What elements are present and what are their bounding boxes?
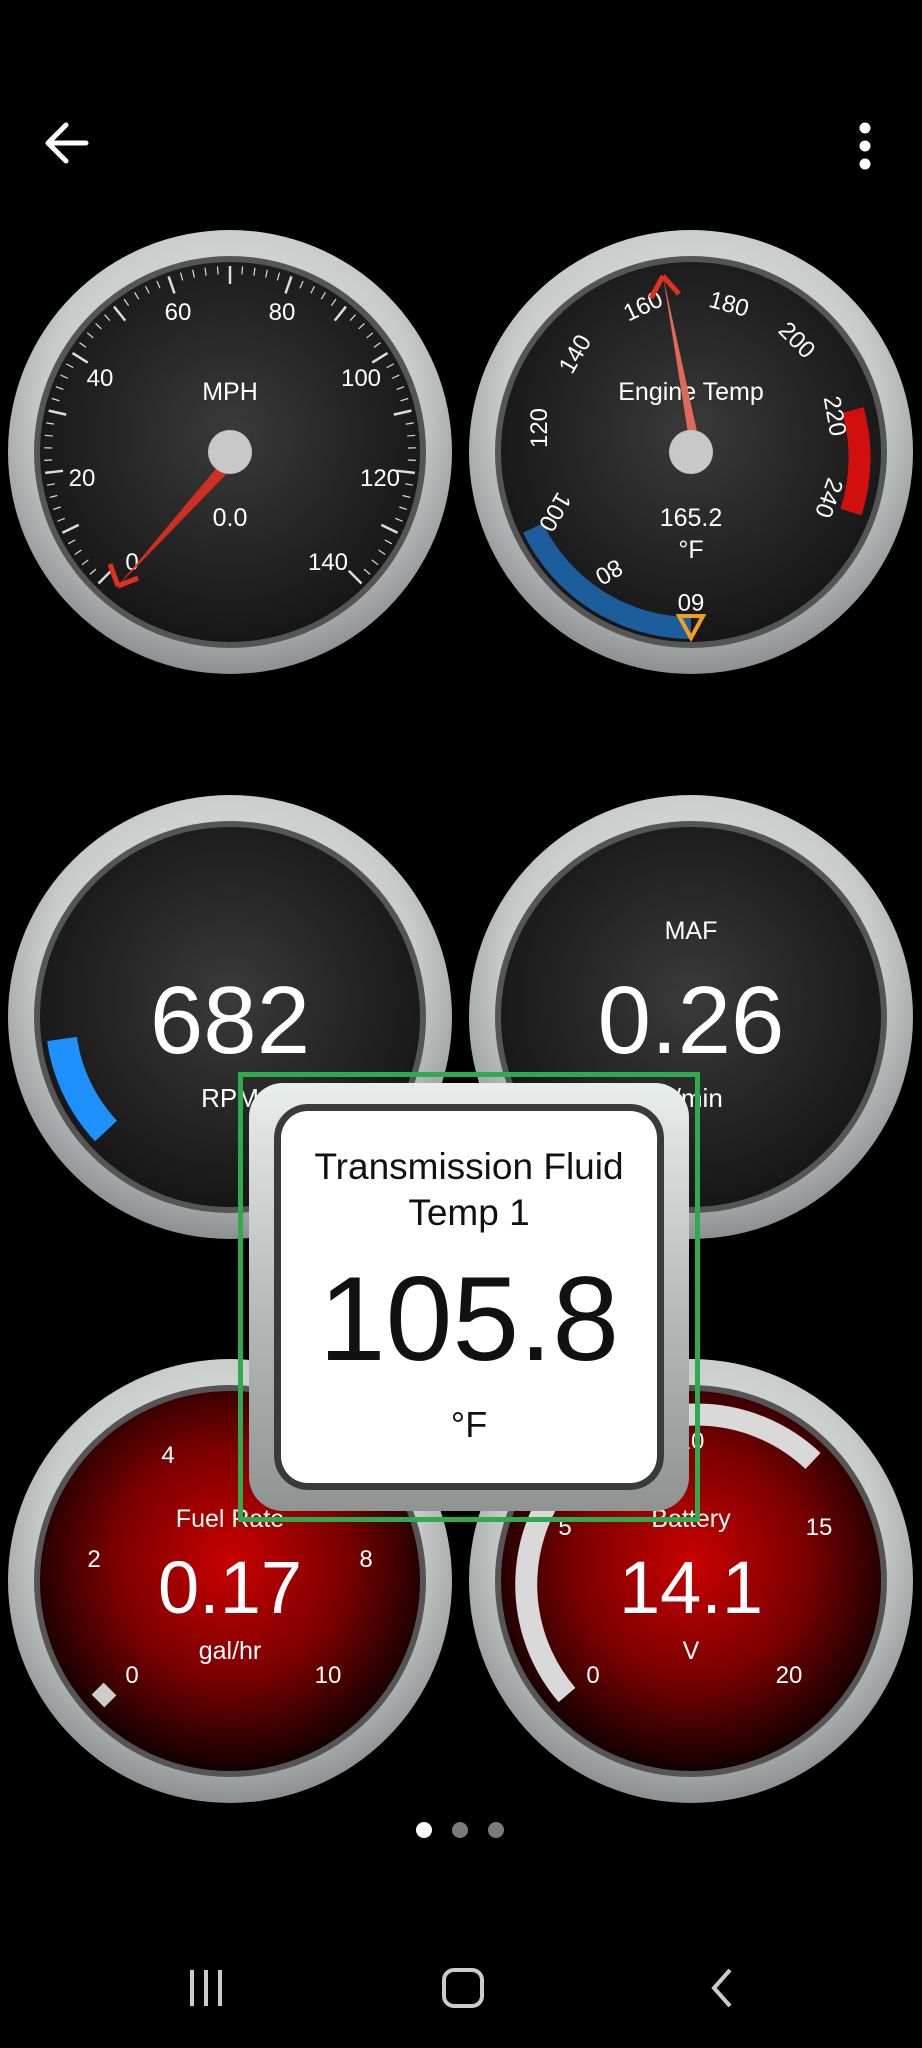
battery-tick-0: 0: [586, 1662, 599, 1689]
recent-apps-button[interactable]: [184, 1966, 228, 2010]
fuel-tick-0: 0: [125, 1662, 138, 1689]
back-button[interactable]: [40, 118, 102, 168]
fuel-tick-8: 8: [359, 1546, 372, 1573]
maf-label: MAF: [665, 917, 718, 945]
speed-tick-140: 140: [308, 549, 348, 576]
speed-tick-80: 80: [269, 299, 296, 326]
transmission-fluid-title: Transmission Fluid Temp 1: [314, 1146, 624, 1233]
page-dot-1[interactable]: [416, 1822, 432, 1838]
speed-tick-mark: [407, 434, 416, 437]
speed-value: 0.0: [213, 504, 248, 532]
page-dot-3[interactable]: [488, 1822, 504, 1838]
page-dot-2[interactable]: [452, 1822, 468, 1838]
fuel-rate-unit: gal/hr: [199, 1637, 262, 1665]
fuel-rate-bar: [91, 1682, 117, 1708]
transmission-fluid-unit: °F: [450, 1404, 488, 1445]
engine-temp-unit: °F: [678, 536, 703, 564]
battery-tick-20: 20: [776, 1662, 803, 1689]
rpm-value: 682: [150, 967, 310, 1074]
speed-tick-100: 100: [341, 365, 381, 392]
transmission-fluid-temp-gauge[interactable]: Transmission Fluid Temp 1 105.8 °F: [238, 1072, 700, 1522]
temp-tick-120: 120: [526, 408, 553, 448]
fuel-rate-value: 0.17: [158, 1546, 302, 1629]
engine-temp-value: 165.2: [660, 504, 723, 532]
maf-value: 0.26: [598, 967, 785, 1074]
recent-apps-icon: [190, 1970, 222, 2006]
nav-back-icon: [711, 1968, 732, 2008]
battery-value: 14.1: [619, 1546, 763, 1629]
speed-tick-60: 60: [165, 299, 192, 326]
speed-tick-0: 0: [125, 549, 138, 576]
home-icon: [442, 1968, 484, 2008]
fuel-tick-10: 10: [315, 1662, 342, 1689]
fuel-tick-4: 4: [161, 1442, 174, 1469]
arrow-left-icon: [45, 122, 89, 164]
home-button[interactable]: [440, 1966, 486, 2010]
speed-label: MPH: [202, 378, 258, 406]
speed-tick-20: 20: [69, 465, 96, 492]
speed-tick-mark: [241, 266, 244, 275]
page-indicator: [416, 1822, 504, 1838]
hot-range-arc: [840, 407, 871, 516]
speed-tick-mark: [216, 266, 219, 275]
engine-temp-label: Engine Temp: [618, 378, 763, 406]
speed-tick-40: 40: [87, 365, 114, 392]
nav-back-button[interactable]: [706, 1966, 738, 2010]
transmission-fluid-value: 105.8: [318, 1252, 620, 1386]
speed-tick-120: 120: [360, 465, 400, 492]
battery-tick-15: 15: [806, 1514, 833, 1541]
speed-tick-mark: [44, 434, 53, 437]
battery-unit: V: [683, 1637, 700, 1665]
overflow-menu-button[interactable]: [850, 118, 880, 178]
popup-face: Transmission Fluid Temp 1 105.8 °F: [274, 1104, 664, 1490]
temp-tick-60: 60: [678, 588, 705, 615]
fuel-tick-2: 2: [87, 1546, 100, 1573]
speed-gauge[interactable]: 0 20 40 60 80 100 120 140 MPH 0.0: [6, 228, 454, 676]
more-vertical-icon: [859, 122, 871, 170]
engine-temp-gauge[interactable]: 60 80 100 120 140 160 180 200 220 240 En…: [467, 228, 915, 676]
